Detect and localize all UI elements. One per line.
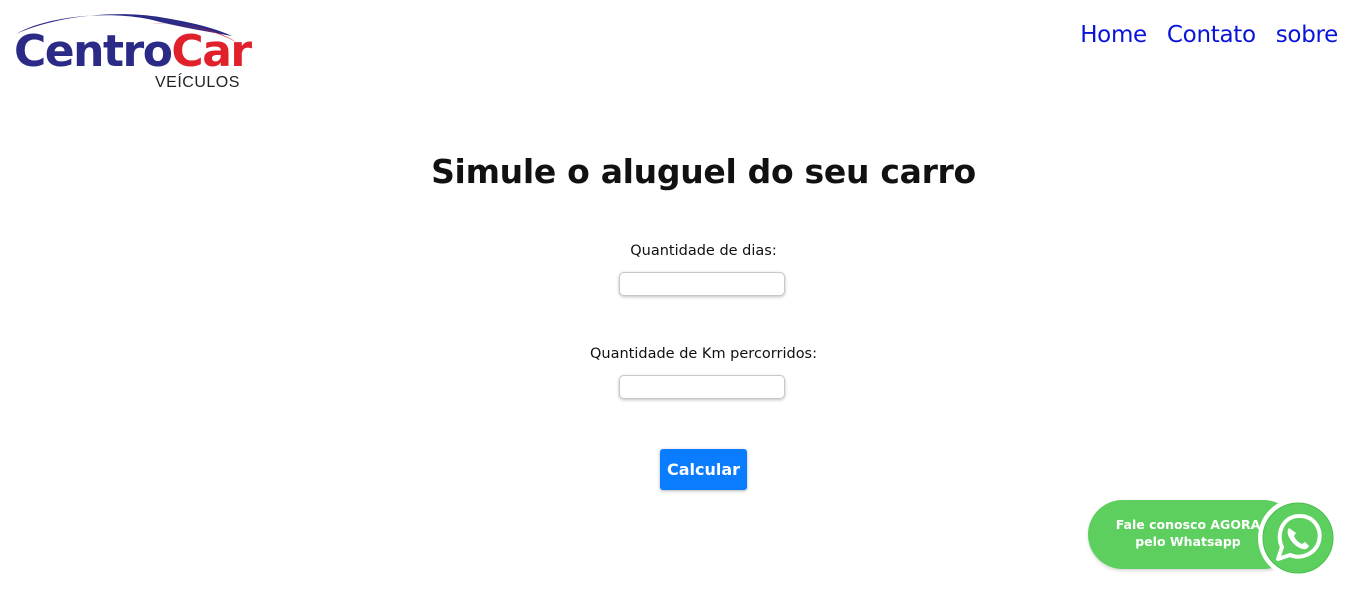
logo-subtitle: VEÍCULOS: [155, 74, 240, 91]
logo-brand-centro: Centro: [14, 26, 173, 77]
km-input[interactable]: [619, 375, 785, 399]
logo-brand-car: Car: [171, 26, 252, 77]
whatsapp-contact-banner[interactable]: Fale conosco AGORA pelo Whatsapp: [1088, 497, 1342, 581]
km-label: Quantidade de Km percorridos:: [589, 346, 817, 362]
days-label: Quantidade de dias:: [630, 243, 777, 259]
days-input[interactable]: [619, 272, 785, 296]
logo[interactable]: CentroCar VEÍCULOS: [10, 12, 252, 94]
page-title: Simule o aluguel do seu carro: [431, 152, 976, 191]
page: CentroCar VEÍCULOS Home Contato sobre Si…: [0, 0, 1365, 613]
top-nav: Home Contato sobre: [1060, 22, 1338, 48]
nav-contato-link[interactable]: Contato: [1167, 22, 1256, 48]
whatsapp-line1: Fale conosco AGORA: [1115, 517, 1261, 532]
whatsapp-line2: pelo Whatsapp: [1135, 534, 1241, 549]
logo-wordmark: CentroCar: [14, 30, 252, 74]
whatsapp-text: Fale conosco AGORA pelo Whatsapp: [1098, 516, 1278, 550]
whatsapp-icon: [1258, 498, 1338, 578]
calculate-button[interactable]: Calcular: [660, 449, 747, 490]
nav-home-link[interactable]: Home: [1080, 22, 1147, 48]
nav-sobre-link[interactable]: sobre: [1276, 22, 1339, 48]
